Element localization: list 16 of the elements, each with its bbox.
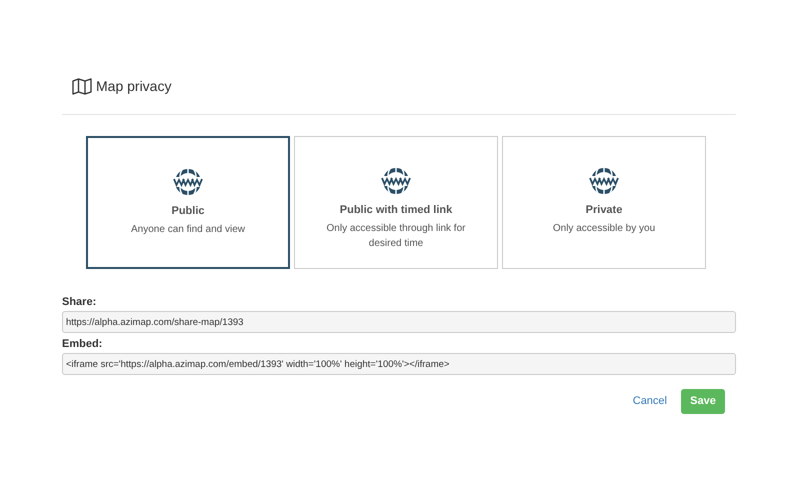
field-label: Embed: xyxy=(62,337,104,351)
option-description: Only accessible through link for desired time xyxy=(326,222,466,250)
privacy-option-card[interactable]: Public Anyone can find and view xyxy=(86,136,290,269)
privacy-option-card[interactable]: Private Only accessible by you xyxy=(502,136,706,269)
dialog-title: Map privacy xyxy=(96,76,172,96)
link-field[interactable]: https://alpha.azimap.com/share-map/1393 xyxy=(62,311,736,333)
option-title: Private xyxy=(586,203,622,218)
option-description: Only accessible by you xyxy=(552,222,656,236)
option-title: Public with timed link xyxy=(340,203,452,218)
option-title: Public xyxy=(171,204,204,219)
privacy-option-card[interactable]: Public with timed link Only accessible through link for desired time xyxy=(294,136,498,269)
link-field[interactable]: <iframe src='https://alpha.azimap.com/embed/1393' width='100%' height='100%'></iframe> xyxy=(62,353,736,375)
field-label: Share: xyxy=(62,295,98,309)
cancel-link[interactable]: Cancel xyxy=(630,393,669,410)
map-icon xyxy=(72,78,92,94)
option-description: Anyone can find and view xyxy=(130,222,246,236)
